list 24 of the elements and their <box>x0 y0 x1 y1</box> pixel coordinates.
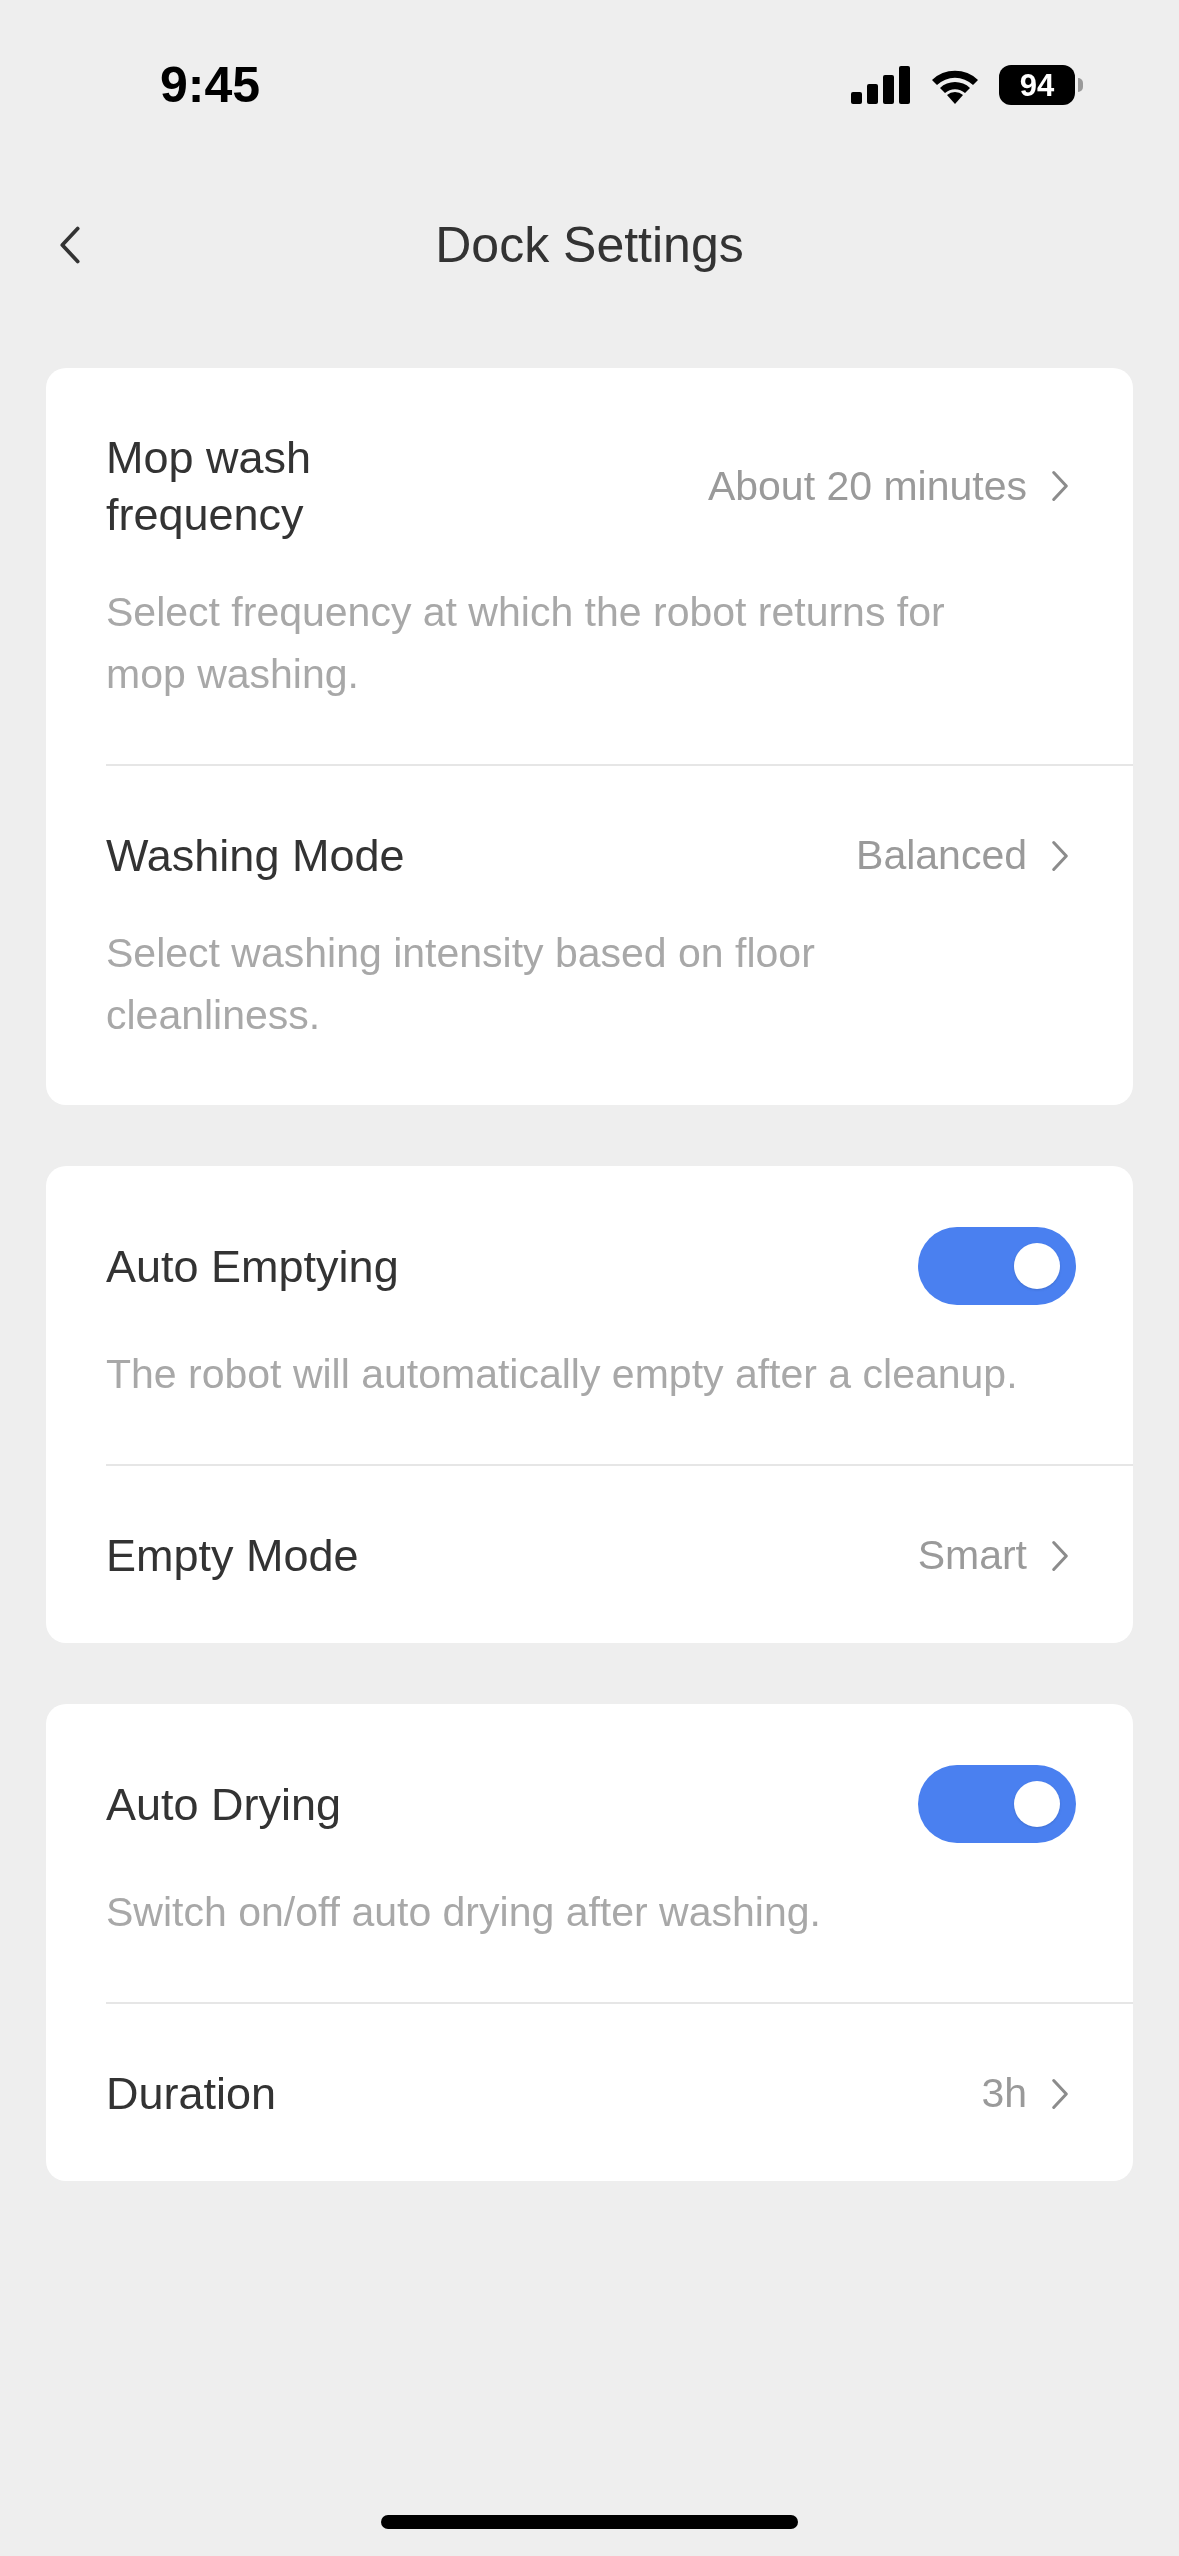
battery-tip-icon <box>1078 78 1083 92</box>
signal-icon <box>851 66 911 104</box>
setting-title: Auto Drying <box>106 1777 342 1832</box>
setting-value: 3h <box>981 2069 1027 2118</box>
setting-value: About 20 minutes <box>707 461 1027 511</box>
setting-description: Switch on/off auto drying after washing. <box>106 1888 822 1937</box>
setting-description: Select washing intensity based on floor cleanliness. <box>106 929 816 1040</box>
setting-title: Empty Mode <box>106 1529 359 1583</box>
chevron-right-icon <box>1051 2076 1069 2111</box>
setting-value: Smart <box>917 1531 1027 1580</box>
battery-level: 94 <box>999 65 1075 105</box>
status-time: 9:45 <box>160 55 261 115</box>
chevron-left-icon <box>59 224 81 266</box>
chevron-right-icon <box>1051 1538 1069 1573</box>
chevron-right-icon <box>1051 838 1069 873</box>
setting-title: Mop wash frequency <box>106 431 313 542</box>
setting-description: Select frequency at which the robot returns for mop washing. <box>106 588 946 699</box>
setting-title: Auto Emptying <box>106 1239 399 1294</box>
setting-title: Duration <box>106 2067 277 2121</box>
setting-value: Balanced <box>856 831 1027 880</box>
chevron-right-icon <box>1051 469 1069 503</box>
setting-description: The robot will automatically empty after a cleanup. <box>106 1350 1019 1399</box>
page-title: Dock Settings <box>435 215 744 275</box>
setting-title: Washing Mode <box>106 829 405 883</box>
